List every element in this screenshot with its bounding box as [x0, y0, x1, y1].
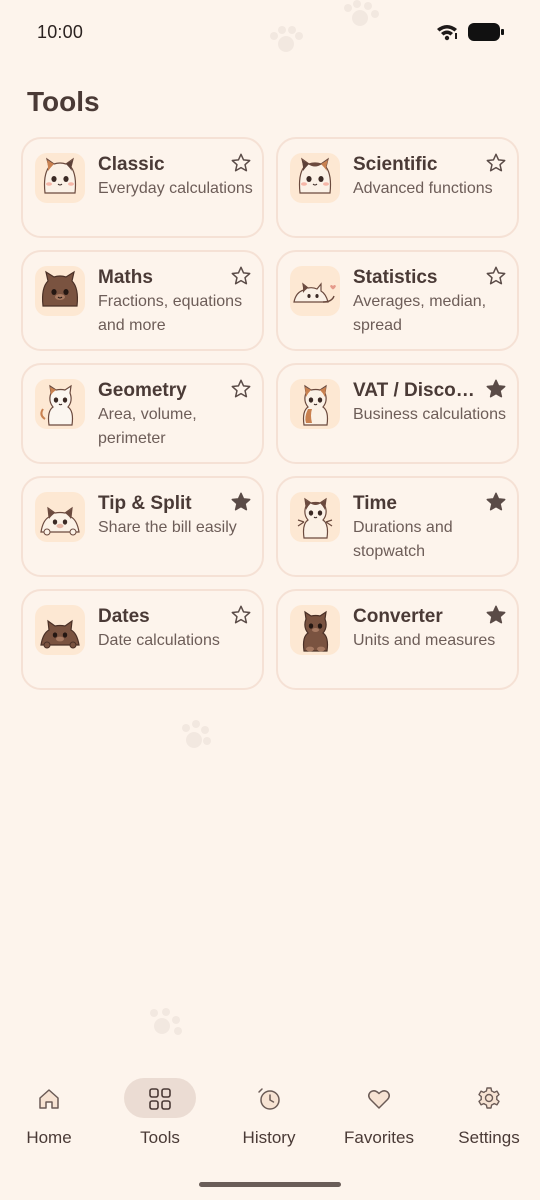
nav-item-settings[interactable]: Settings	[434, 1070, 540, 1160]
tool-card-scientific[interactable]: Scientific Advanced functions	[276, 137, 519, 238]
paw-print-decoration	[182, 720, 211, 748]
card-description: Units and measures	[353, 632, 496, 649]
card-description: Durations and stopwatch	[353, 519, 453, 560]
paw-print-decoration	[150, 1008, 182, 1035]
tool-card-geometry[interactable]: Geometry Area, volume, perimeter	[21, 363, 264, 464]
lying-cat-icon	[290, 266, 340, 316]
grid-icon	[149, 1088, 171, 1110]
star-outline-icon[interactable]	[485, 265, 507, 287]
nav-label: Settings	[458, 1128, 520, 1147]
nav-label: Tools	[140, 1128, 180, 1147]
tools-grid: Classic Everyday calculations Scientific	[21, 137, 519, 690]
tool-card-tip-split[interactable]: Tip & Split Share the bill easily	[21, 476, 264, 577]
tool-card-classic[interactable]: Classic Everyday calculations	[21, 137, 264, 238]
paw-print-decoration	[270, 26, 303, 52]
home-indicator[interactable]	[199, 1182, 341, 1187]
tool-card-converter[interactable]: Converter Units and measures	[276, 589, 519, 690]
card-title: Dates	[98, 606, 150, 627]
nav-item-home[interactable]: Home	[0, 1070, 104, 1160]
paw-print-decoration	[344, 0, 379, 26]
brown-cat-icon	[290, 605, 340, 655]
battery-icon	[468, 23, 504, 41]
card-title: Scientific	[353, 154, 438, 175]
brown-cat-icon	[35, 605, 85, 655]
nav-item-favorites[interactable]: Favorites	[324, 1070, 434, 1160]
brown-cat-icon	[35, 266, 85, 316]
tool-card-time[interactable]: Time Durations and stopwatch	[276, 476, 519, 577]
tabby-cat-icon	[35, 492, 85, 542]
card-title: Statistics	[353, 267, 438, 288]
card-description: Area, volume, perimeter	[98, 406, 197, 447]
star-filled-icon[interactable]	[485, 491, 507, 513]
white-cat-icon	[35, 379, 85, 429]
calico-cat-icon	[290, 379, 340, 429]
tool-card-maths[interactable]: Maths Fractions, equations and more	[21, 250, 264, 351]
wifi-icon	[437, 25, 457, 41]
card-description: Everyday calculations	[98, 180, 253, 197]
card-title: Tip & Split	[98, 493, 192, 514]
tool-card-statistics[interactable]: Statistics Averages, median, spread	[276, 250, 519, 351]
card-description: Fractions, equations and more	[98, 293, 243, 334]
home-icon	[39, 1089, 59, 1109]
card-description: Date calculations	[98, 632, 220, 649]
star-outline-icon[interactable]	[230, 378, 252, 400]
bottom-navigation: Home Tools History Favorites Settings	[0, 1070, 540, 1160]
star-outline-icon[interactable]	[230, 265, 252, 287]
card-title: Converter	[353, 606, 443, 627]
status-icons	[436, 22, 504, 42]
tabby-cat-icon	[290, 492, 340, 542]
tool-card-vat-discounts[interactable]: VAT / Discounts Business calculations	[276, 363, 519, 464]
clock-icon	[258, 1088, 280, 1110]
star-outline-icon[interactable]	[230, 152, 252, 174]
card-title: Time	[353, 493, 398, 514]
card-title: VAT / Discounts	[353, 380, 485, 401]
gear-icon	[478, 1087, 500, 1109]
heart-icon	[368, 1090, 390, 1109]
star-filled-icon[interactable]	[485, 378, 507, 400]
nav-item-tools[interactable]: Tools	[105, 1070, 215, 1160]
card-title: Maths	[98, 267, 153, 288]
page-title: Tools	[27, 86, 100, 117]
tool-card-dates[interactable]: Dates Date calculations	[21, 589, 264, 690]
star-filled-icon[interactable]	[230, 491, 252, 513]
status-time: 10:00	[37, 22, 84, 42]
nav-label: History	[242, 1128, 296, 1147]
card-title: Classic	[98, 154, 165, 175]
nav-label: Home	[26, 1128, 72, 1147]
star-outline-icon[interactable]	[230, 604, 252, 626]
star-outline-icon[interactable]	[485, 152, 507, 174]
card-description: Averages, median, spread	[353, 293, 487, 334]
nav-item-history[interactable]: History	[214, 1070, 324, 1160]
star-filled-icon[interactable]	[485, 604, 507, 626]
nav-label: Favorites	[344, 1128, 414, 1147]
calico-cat-icon	[290, 153, 340, 203]
card-title: Geometry	[98, 380, 187, 401]
card-description: Share the bill easily	[98, 519, 237, 536]
card-description: Advanced functions	[353, 180, 493, 197]
card-description: Business calculations	[353, 406, 506, 423]
calico-cat-icon	[35, 153, 85, 203]
